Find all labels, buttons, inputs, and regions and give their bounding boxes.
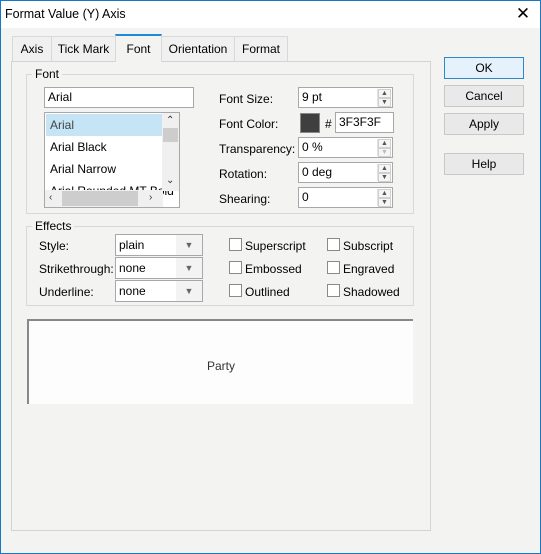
strikethrough-label: Strikethrough: [39, 262, 114, 276]
font-group-legend: Font [32, 67, 63, 81]
help-button[interactable]: Help [444, 153, 524, 175]
engraved-checkbox[interactable] [327, 261, 340, 274]
font-color-swatch[interactable] [300, 113, 320, 133]
font-list-item[interactable]: Arial [46, 114, 176, 136]
embossed-checkbox[interactable] [229, 261, 242, 274]
underline-label: Underline: [39, 285, 94, 299]
tab-axis[interactable]: Axis [12, 36, 52, 61]
strikethrough-value: none [119, 261, 146, 275]
spin-down-icon[interactable]: ▼ [378, 173, 391, 182]
spin-up-icon[interactable]: ▲ [378, 189, 391, 198]
ok-button[interactable]: OK [444, 57, 524, 79]
font-color-label: Font Color: [219, 117, 279, 131]
format-axis-dialog: Format Value (Y) Axis ✕ Axis Tick Mark F… [0, 0, 541, 554]
hash-label: # [325, 117, 332, 131]
transparency-spinner[interactable]: ▲ ▼ [377, 139, 391, 157]
scroll-down-icon[interactable]: ⌄ [166, 175, 174, 186]
underline-value: none [119, 284, 146, 298]
scroll-left-icon[interactable]: ‹ [49, 192, 52, 203]
scroll-right-icon[interactable]: › [149, 192, 152, 203]
font-size-value: 9 pt [302, 90, 323, 104]
apply-button[interactable]: Apply [444, 113, 524, 135]
shadowed-checkbox[interactable] [327, 284, 340, 297]
font-color-hex-input[interactable]: 3F3F3F [335, 112, 394, 133]
subscript-checkbox[interactable] [327, 238, 340, 251]
scroll-up-icon[interactable]: ⌃ [166, 115, 174, 126]
chevron-down-icon[interactable]: ▼ [176, 281, 202, 301]
spin-down-icon[interactable]: ▼ [378, 148, 391, 157]
shadowed-label: Shadowed [343, 285, 400, 299]
effects-group-legend: Effects [32, 219, 75, 233]
font-list-vertical-scrollbar[interactable]: ⌃ ⌄ [162, 113, 179, 191]
font-preview: Party [27, 319, 413, 404]
rotation-value: 0 deg [302, 165, 333, 179]
tab-panel: Font Arial Arial Arial Black Arial Narro… [11, 61, 431, 531]
vertical-scroll-thumb[interactable] [163, 128, 178, 142]
spin-down-icon[interactable]: ▼ [378, 98, 391, 107]
font-list-item[interactable]: Arial Black [46, 136, 176, 158]
tab-tick-mark[interactable]: Tick Mark [51, 36, 116, 61]
shearing-value: 0 [302, 190, 309, 204]
strikethrough-select[interactable]: none ▼ [115, 257, 203, 279]
transparency-value: 0 % [302, 140, 323, 154]
engraved-label: Engraved [343, 262, 395, 276]
style-select[interactable]: plain ▼ [115, 234, 203, 256]
shearing-input[interactable]: 0 ▲ ▼ [298, 187, 393, 208]
style-value: plain [119, 238, 145, 252]
shearing-spinner[interactable]: ▲ ▼ [377, 189, 391, 207]
tab-orientation[interactable]: Orientation [161, 36, 235, 61]
font-list-horizontal-scrollbar[interactable]: ‹ › [45, 190, 163, 207]
spin-down-icon[interactable]: ▼ [378, 198, 391, 207]
tab-font[interactable]: Font [115, 34, 162, 62]
cancel-button[interactable]: Cancel [444, 85, 524, 107]
shearing-label: Shearing: [219, 192, 271, 206]
subscript-label: Subscript [343, 239, 394, 253]
tab-format[interactable]: Format [234, 36, 288, 61]
spin-up-icon[interactable]: ▲ [378, 89, 391, 98]
font-size-input[interactable]: 9 pt ▲ ▼ [298, 87, 393, 108]
style-label: Style: [39, 239, 70, 253]
outlined-label: Outlined [245, 285, 290, 299]
embossed-label: Embossed [245, 262, 302, 276]
outlined-checkbox[interactable] [229, 284, 242, 297]
superscript-checkbox[interactable] [229, 238, 242, 251]
rotation-input[interactable]: 0 deg ▲ ▼ [298, 162, 393, 183]
horizontal-scroll-thumb[interactable] [62, 191, 138, 206]
font-list-item[interactable]: Arial Narrow [46, 158, 176, 180]
title-bar: Format Value (Y) Axis ✕ [1, 1, 540, 28]
dialog-title: Format Value (Y) Axis [5, 7, 126, 21]
font-size-spinner[interactable]: ▲ ▼ [377, 89, 391, 107]
close-icon[interactable]: ✕ [512, 4, 534, 24]
transparency-input[interactable]: 0 % ▲ ▼ [298, 137, 393, 158]
preview-text: Party [206, 359, 235, 373]
chevron-down-icon[interactable]: ▼ [176, 258, 202, 278]
rotation-spinner[interactable]: ▲ ▼ [377, 164, 391, 182]
spin-up-icon[interactable]: ▲ [378, 164, 391, 173]
spin-up-icon[interactable]: ▲ [378, 139, 391, 148]
font-list[interactable]: Arial Arial Black Arial Narrow Arial Rou… [44, 112, 180, 208]
font-name-input[interactable]: Arial [44, 87, 194, 108]
underline-select[interactable]: none ▼ [115, 280, 203, 302]
superscript-label: Superscript [245, 239, 306, 253]
rotation-label: Rotation: [219, 167, 268, 181]
chevron-down-icon[interactable]: ▼ [176, 235, 202, 255]
font-size-label: Font Size: [219, 92, 274, 106]
transparency-label: Transparency: [219, 142, 296, 156]
